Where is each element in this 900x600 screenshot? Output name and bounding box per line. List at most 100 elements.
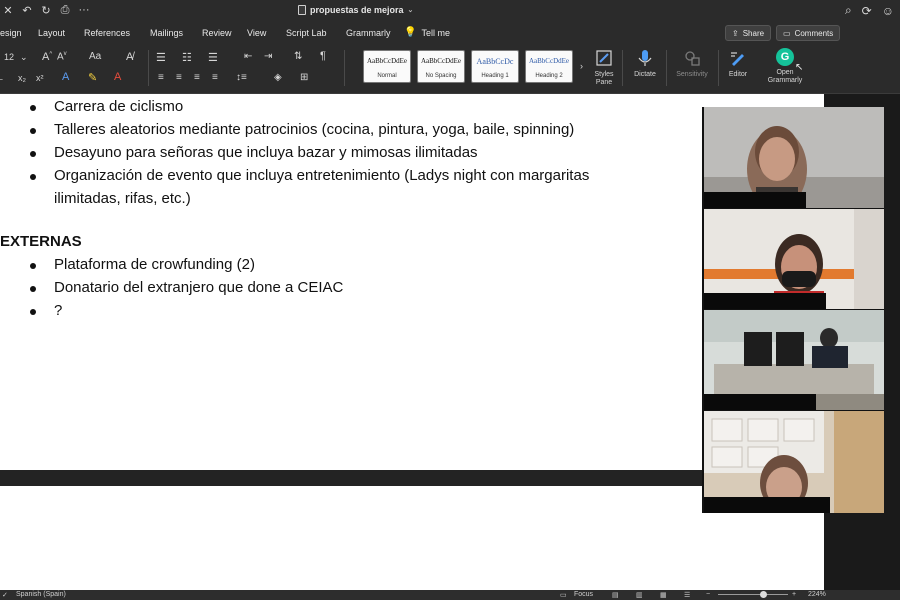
text-effects-icon[interactable]: A <box>62 71 69 83</box>
comments-button[interactable]: ▭ Comments <box>776 25 841 41</box>
style-no-spacing[interactable]: AaBbCcDdEe No Spacing <box>417 50 465 83</box>
participant-name-bar <box>704 293 826 309</box>
font-size-field[interactable]: 12 <box>4 52 14 62</box>
participant-name-bar <box>704 394 816 410</box>
participant-video[interactable] <box>704 209 884 309</box>
shading-icon[interactable]: ◈ <box>274 72 282 83</box>
style-normal[interactable]: AaBbCcDdEe Normal <box>363 50 411 83</box>
highlight-icon[interactable]: ✎ <box>88 71 97 84</box>
read-mode-icon[interactable]: ▤ <box>612 591 619 599</box>
align-left-icon[interactable]: ≡ <box>158 72 164 83</box>
document-title[interactable]: propuestas de mejora ⌄ <box>298 5 413 15</box>
microphone-icon <box>638 50 652 66</box>
print-layout-icon[interactable]: ▥ <box>636 591 643 599</box>
participant-name-bar <box>704 497 830 513</box>
style-name: Normal <box>377 73 397 79</box>
style-preview: AaBbCcDc <box>476 57 514 66</box>
align-center-icon[interactable]: ≡ <box>176 72 182 83</box>
align-right-icon[interactable]: ≡ <box>194 72 200 83</box>
increase-indent-icon[interactable]: ⇥ <box>264 51 272 62</box>
tab-references[interactable]: References <box>84 28 130 38</box>
grammarly-icon: G <box>776 48 794 66</box>
list-item: Carrera de ciclismo <box>54 98 184 115</box>
style-preview: AaBbCcDdEe <box>420 57 462 65</box>
participant-video[interactable] <box>704 411 884 513</box>
tab-layout[interactable]: Layout <box>38 28 65 38</box>
chevron-down-icon[interactable]: ⌄ <box>20 52 28 63</box>
video-call-panel <box>702 107 884 513</box>
list-item: ? <box>54 302 63 319</box>
tab-review[interactable]: Review <box>202 28 232 38</box>
share-icon: ⇪ <box>732 28 739 38</box>
tab-view[interactable]: View <box>247 28 266 38</box>
styles-gallery-more-icon[interactable]: › <box>580 61 583 71</box>
tell-me-search[interactable]: 💡 Tell me <box>404 27 450 38</box>
subscript-icon[interactable]: x₂ <box>18 73 26 83</box>
tab-grammarly[interactable]: Grammarly <box>346 28 391 38</box>
grow-font-icon[interactable]: A^ <box>42 51 52 63</box>
redo-icon[interactable]: ↻ <box>40 4 52 17</box>
style-heading-1[interactable]: AaBbCcDc Heading 1 <box>471 50 519 83</box>
multilevel-list-icon[interactable]: ☰ <box>208 51 218 64</box>
styles-pane-button[interactable]: Styles Pane <box>591 48 617 87</box>
change-case-icon[interactable]: Aa <box>89 51 101 62</box>
zoom-in-icon[interactable]: + <box>792 591 796 598</box>
tab-mailings[interactable]: Mailings <box>150 28 183 38</box>
sync-icon[interactable]: ⟳ <box>862 4 872 18</box>
ribbon-divider <box>622 50 623 86</box>
section-heading: EXTERNAS <box>0 233 82 250</box>
font-color-icon[interactable]: A <box>114 71 121 83</box>
dictate-label: Dictate <box>634 71 656 78</box>
bullet-icon <box>30 105 36 111</box>
sensitivity-button[interactable]: Sensitivity <box>672 48 712 79</box>
style-name: Heading 1 <box>481 73 509 79</box>
participant-name-bar <box>704 192 806 208</box>
line-spacing-icon[interactable]: ↕≡ <box>236 72 247 83</box>
comment-icon: ▭ <box>783 28 791 38</box>
document-next-page[interactable] <box>0 486 824 590</box>
zoom-out-icon[interactable]: − <box>706 591 710 598</box>
focus-mode-button[interactable]: Focus <box>574 591 593 598</box>
tab-design[interactable]: esign <box>0 28 22 38</box>
more-icon[interactable]: ··· <box>78 4 90 16</box>
close-window-icon[interactable]: ✕ <box>2 4 14 17</box>
sort-icon[interactable]: ⇅ <box>294 51 302 62</box>
ribbon-divider <box>148 50 149 86</box>
justify-icon[interactable]: ≡ <box>212 72 218 83</box>
comments-label: Comments <box>794 28 834 38</box>
superscript-icon[interactable]: x² <box>36 73 44 83</box>
undo-icon[interactable]: ↶ <box>21 4 33 17</box>
proofing-icon[interactable]: ✓ <box>2 591 8 599</box>
ribbon-divider <box>718 50 719 86</box>
participant-video[interactable] <box>704 107 884 208</box>
bullets-icon[interactable]: ☰ <box>156 51 166 64</box>
tab-script-lab[interactable]: Script Lab <box>286 28 327 38</box>
print-icon[interactable]: ⎙ <box>59 4 71 16</box>
web-layout-icon[interactable]: ▦ <box>660 591 667 599</box>
show-paragraph-marks-icon[interactable]: ¶ <box>320 50 326 62</box>
clear-formatting-icon[interactable]: A̸ <box>126 51 133 63</box>
zoom-level[interactable]: 224% <box>808 591 826 598</box>
share-button[interactable]: ⇪ Share <box>725 25 772 41</box>
decrease-indent-icon[interactable]: ⇤ <box>244 51 252 62</box>
sensitivity-label: Sensitivity <box>676 71 708 78</box>
list-item: Donatario del extranjero que done a CEIA… <box>54 279 344 296</box>
zoom-slider-handle[interactable] <box>760 591 767 598</box>
shrink-font-icon[interactable]: Av <box>57 51 67 62</box>
search-icon[interactable]: ⌕ <box>845 3 852 18</box>
participant-video[interactable] <box>704 310 884 410</box>
editor-button[interactable]: Editor <box>724 48 752 79</box>
dictate-button[interactable]: Dictate <box>630 48 660 79</box>
account-icon[interactable]: ☺ <box>882 4 894 18</box>
zoom-slider[interactable] <box>718 594 788 595</box>
language-indicator[interactable]: Spanish (Spain) <box>16 591 66 598</box>
ribbon-tabs: esign Layout References Mailings Review … <box>0 22 900 44</box>
outline-icon[interactable]: ☰ <box>684 591 690 599</box>
title-bar: ✕ ↶ ↻ ⎙ ··· propuestas de mejora ⌄ ⌕ ⟳ ☺ <box>0 0 900 22</box>
numbering-icon[interactable]: ☷ <box>182 51 192 64</box>
borders-icon[interactable]: ⊞ <box>300 72 308 83</box>
document-page[interactable]: Carrera de ciclismo Talleres aleatorios … <box>0 94 824 470</box>
style-heading-2[interactable]: AaBbCcDdEe Heading 2 <box>525 50 573 83</box>
ribbon-divider <box>666 50 667 86</box>
focus-icon[interactable]: ▭ <box>560 591 567 599</box>
